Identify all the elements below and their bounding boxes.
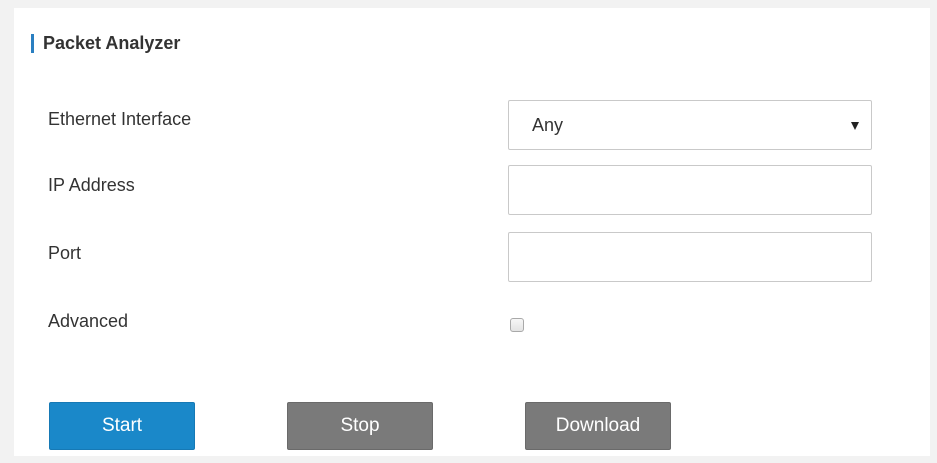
ip-address-label: IP Address [48, 175, 135, 195]
ethernet-interface-label: Ethernet Interface [48, 109, 192, 129]
port-label: Port [48, 243, 82, 263]
packet-analyzer-panel: Packet Analyzer Ethernet Interface Any I… [14, 8, 930, 456]
section-accent-bar [31, 33, 34, 53]
section-header: Packet Analyzer [31, 32, 180, 54]
advanced-checkbox[interactable] [510, 318, 524, 332]
port-field [508, 232, 872, 282]
dropdown-arrow-icon [851, 122, 859, 130]
ethernet-interface-select[interactable]: Any [508, 100, 872, 150]
stop-button[interactable]: Stop [287, 402, 433, 450]
advanced-label: Advanced [48, 311, 129, 331]
start-button[interactable]: Start [49, 402, 195, 450]
section-title: Packet Analyzer [43, 32, 181, 53]
ip-address-field [508, 165, 872, 215]
port-input[interactable] [509, 233, 871, 281]
download-button[interactable]: Download [525, 402, 671, 450]
ethernet-interface-selected-value: Any [532, 115, 564, 135]
ip-address-input[interactable] [509, 166, 871, 214]
